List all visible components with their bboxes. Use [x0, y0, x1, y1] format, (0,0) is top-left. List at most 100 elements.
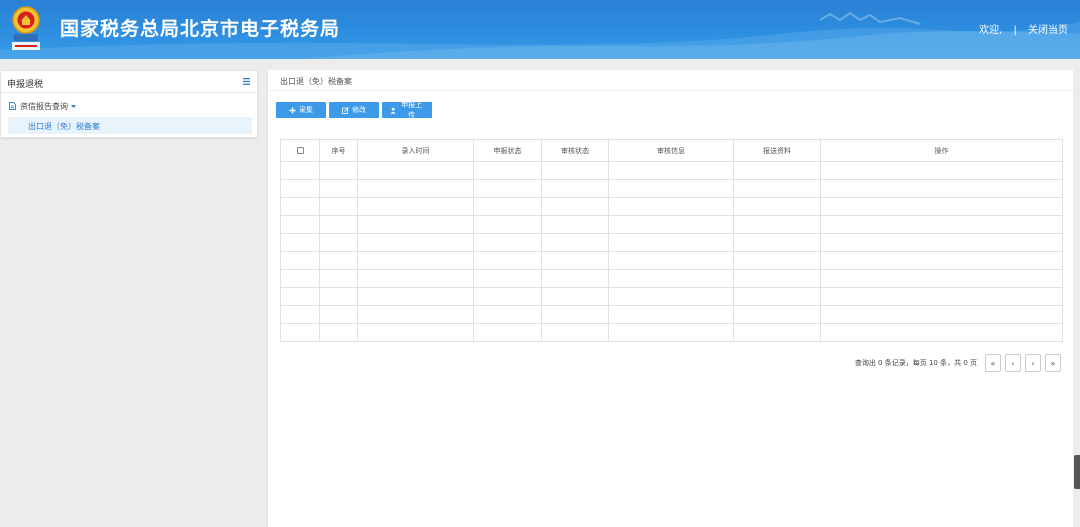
empty-table-cell	[319, 197, 358, 216]
empty-table-row	[280, 233, 1063, 252]
empty-table-cell	[608, 233, 734, 252]
empty-table-cell	[280, 323, 320, 342]
breadcrumb-bar: 出口退（免）税备案	[268, 70, 1074, 91]
empty-table-cell	[280, 215, 320, 234]
empty-table-cell	[541, 215, 609, 234]
edit-button[interactable]: 修改	[329, 102, 379, 118]
filing-table: 序号 录入时间 申报状态 审核状态 审核信息 报送资料 操作	[280, 139, 1063, 342]
empty-table-cell	[319, 215, 358, 234]
empty-table-cell	[608, 287, 734, 306]
upload-button-label: 申报上传	[401, 101, 423, 119]
empty-table-cell	[473, 323, 542, 342]
empty-table-cell	[319, 323, 358, 342]
empty-table-row	[280, 287, 1063, 306]
upload-button[interactable]: 申报上传	[382, 101, 432, 119]
empty-table-cell	[319, 179, 358, 198]
select-all-cell	[280, 139, 320, 162]
column-header[interactable]: 序号	[319, 139, 358, 162]
menu-toggle-icon[interactable]	[243, 78, 250, 85]
empty-table-cell	[473, 233, 542, 252]
close-page-link[interactable]: 关闭当页	[1028, 25, 1068, 36]
app-header: 国家税务总局北京市电子税务局 欢迎, | 关闭当页	[0, 0, 1080, 59]
first-page-button[interactable]: «	[985, 354, 1001, 372]
empty-table-cell	[733, 179, 821, 198]
empty-table-row	[280, 269, 1063, 288]
welcome-text: 欢迎,	[979, 25, 1003, 36]
empty-table-cell	[319, 161, 358, 180]
empty-table-cell	[473, 197, 542, 216]
empty-table-cell	[280, 305, 320, 324]
empty-table-cell	[733, 305, 821, 324]
user-upload-icon	[390, 107, 396, 114]
empty-table-cell	[280, 287, 320, 306]
empty-table-cell	[608, 305, 734, 324]
add-button-label: 采集	[299, 106, 313, 114]
empty-table-cell	[608, 215, 734, 234]
toolbar: 采集 修改 申报上传	[276, 101, 432, 119]
scrollbar-handle[interactable]	[1074, 455, 1080, 489]
header-separator: |	[1013, 25, 1017, 36]
empty-table-cell	[541, 197, 609, 216]
sidebar-item-label: 出口退（免）税备案	[28, 122, 100, 131]
empty-table-cell	[280, 197, 320, 216]
empty-table-cell	[473, 161, 542, 180]
sidebar-title: 申报退税	[7, 80, 44, 90]
empty-table-cell	[733, 161, 821, 180]
tax-emblem-logo	[12, 6, 40, 50]
empty-table-cell	[820, 161, 1063, 180]
empty-table-cell	[357, 305, 474, 324]
select-all-checkbox[interactable]	[296, 147, 304, 154]
empty-table-cell	[541, 179, 609, 198]
empty-table-cell	[357, 161, 474, 180]
column-header[interactable]: 报送资料	[733, 139, 821, 162]
sidebar-group-label: 资信报告查询	[20, 101, 68, 111]
document-icon	[9, 102, 16, 110]
empty-table-cell	[608, 161, 734, 180]
empty-table-row	[280, 197, 1063, 216]
empty-table-cell	[541, 305, 609, 324]
empty-table-cell	[541, 161, 609, 180]
empty-table-cell	[733, 197, 821, 216]
empty-table-row	[280, 305, 1063, 324]
column-header[interactable]: 录入时间	[357, 139, 474, 162]
empty-table-cell	[820, 305, 1063, 324]
empty-table-cell	[541, 251, 609, 270]
empty-table-row	[280, 161, 1063, 180]
add-button[interactable]: 采集	[276, 102, 326, 118]
empty-table-cell	[319, 305, 358, 324]
empty-table-cell	[357, 287, 474, 306]
empty-table-cell	[357, 179, 474, 198]
empty-table-cell	[280, 269, 320, 288]
column-header[interactable]: 操作	[820, 139, 1063, 162]
table-header-row: 序号 录入时间 申报状态 审核状态 审核信息 报送资料 操作	[280, 139, 1063, 162]
empty-table-cell	[733, 287, 821, 306]
empty-table-row	[280, 251, 1063, 270]
prev-page-button[interactable]: ‹	[1005, 354, 1021, 372]
empty-table-row	[280, 323, 1063, 342]
sidebar-group-credit-report[interactable]: 资信报告查询	[9, 100, 76, 112]
column-header[interactable]: 申报状态	[473, 139, 542, 162]
empty-table-cell	[733, 215, 821, 234]
empty-table-cell	[608, 251, 734, 270]
empty-table-cell	[280, 233, 320, 252]
sidebar-item-export-tax-filing[interactable]: 出口退（免）税备案	[8, 117, 252, 134]
next-page-button[interactable]: ›	[1025, 354, 1041, 372]
empty-table-cell	[733, 323, 821, 342]
last-page-button[interactable]: »	[1045, 354, 1061, 372]
plus-icon	[289, 107, 296, 113]
empty-table-cell	[357, 251, 474, 270]
column-header[interactable]: 审核状态	[541, 139, 609, 162]
sidebar-header: 申报退税	[1, 71, 257, 93]
empty-table-cell	[473, 215, 542, 234]
empty-table-cell	[473, 305, 542, 324]
empty-table-cell	[820, 197, 1063, 216]
empty-table-cell	[357, 323, 474, 342]
empty-table-cell	[357, 269, 474, 288]
caret-down-icon	[71, 104, 76, 108]
empty-table-cell	[820, 179, 1063, 198]
empty-table-row	[280, 179, 1063, 198]
pagination: 查询出 0 条记录，每页 10 条，共 0 页 « ‹ › »	[855, 354, 1061, 372]
column-header[interactable]: 审核信息	[608, 139, 734, 162]
empty-table-cell	[319, 233, 358, 252]
empty-table-cell	[280, 179, 320, 198]
